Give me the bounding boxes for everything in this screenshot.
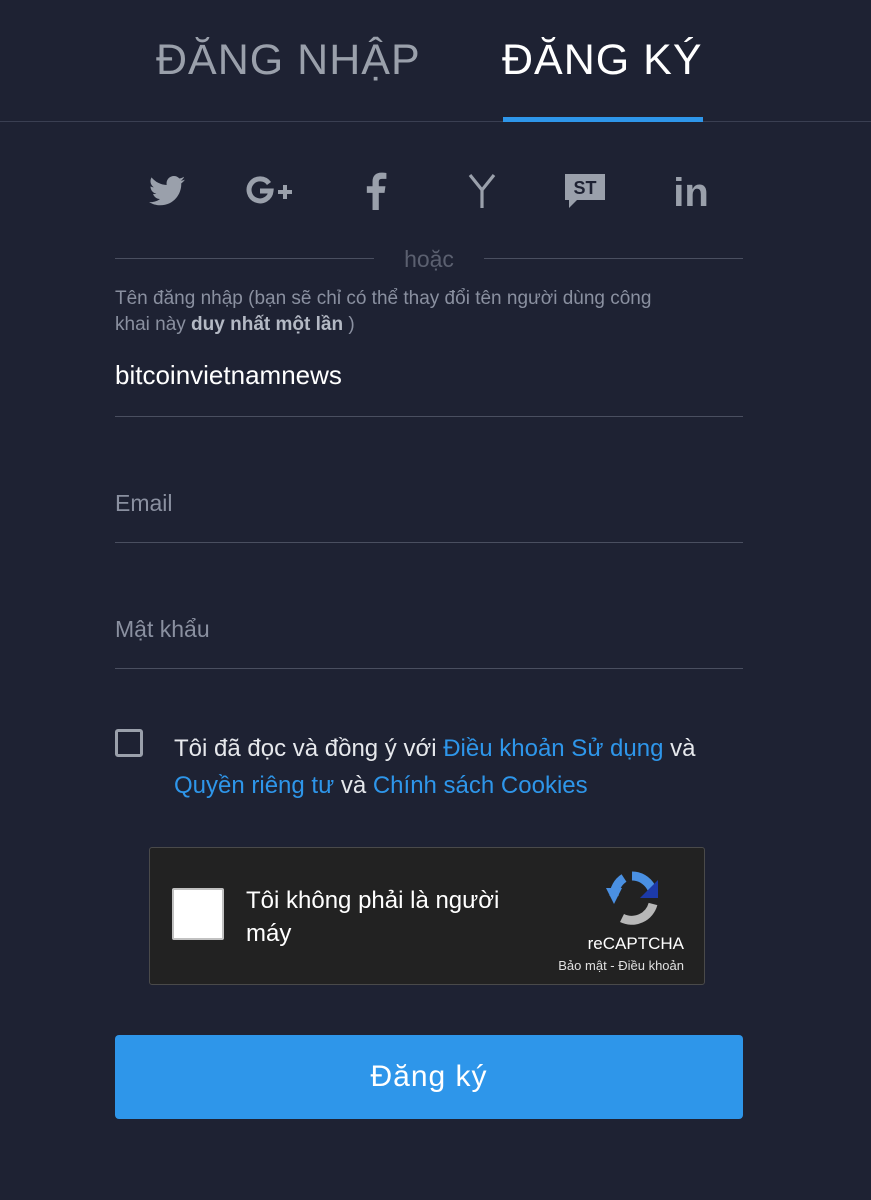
recaptcha-brand: reCAPTCHA	[587, 934, 684, 953]
cookies-policy-link[interactable]: Chính sách Cookies	[373, 772, 588, 799]
stocktwits-icon-svg: ST	[565, 174, 605, 208]
terms-and-1: và	[663, 735, 696, 762]
tab-login[interactable]: ĐĂNG NHẬP	[156, 36, 421, 85]
twitter-icon-svg	[149, 176, 185, 206]
active-tab-indicator	[503, 117, 703, 122]
email-field[interactable]: Email	[115, 472, 743, 543]
twitter-icon[interactable]	[141, 165, 193, 217]
recaptcha-widget: Tôi không phải là người máy reCAPTCHA Bả…	[149, 847, 705, 985]
username-field[interactable]: bitcoinvietnamnews	[115, 346, 743, 417]
google-plus-icon-svg	[246, 176, 292, 204]
recaptcha-label: Tôi không phải là người máy	[246, 887, 500, 947]
username-value: bitcoinvietnamnews	[115, 360, 342, 390]
username-hint-end: )	[343, 314, 355, 335]
username-hint-bold: duy nhất một lần	[191, 314, 344, 335]
linkedin-icon-svg: in	[673, 171, 709, 211]
yahoo-icon[interactable]	[456, 165, 508, 217]
social-login-bar: ST in	[0, 165, 871, 225]
tab-signup[interactable]: ĐĂNG KÝ	[502, 36, 703, 85]
stocktwits-icon[interactable]: ST	[559, 165, 611, 217]
username-hint: Tên đăng nhập (bạn sẽ chỉ có thể thay đổ…	[115, 286, 675, 338]
terms-of-use-link[interactable]: Điều khoản Sử dụng	[443, 735, 663, 762]
password-placeholder: Mật khẩu	[115, 616, 210, 642]
recaptcha-logo-icon	[606, 871, 658, 925]
google-plus-icon[interactable]	[244, 165, 296, 217]
email-placeholder: Email	[115, 490, 173, 516]
recaptcha-links[interactable]: Bảo mật - Điều khoản	[490, 958, 684, 973]
linkedin-icon[interactable]: in	[665, 165, 717, 217]
privacy-link[interactable]: Quyền riêng tư	[174, 772, 334, 799]
yahoo-icon-svg	[468, 174, 496, 208]
divider-left	[115, 258, 374, 259]
facebook-icon-svg	[366, 172, 387, 210]
password-field[interactable]: Mật khẩu	[115, 598, 743, 669]
linkedin-glyph: in	[673, 171, 709, 211]
facebook-icon[interactable]	[349, 165, 401, 217]
signup-button[interactable]: Đăng ký	[115, 1035, 743, 1119]
terms-prefix: Tôi đã đọc và đồng ý với	[174, 735, 444, 762]
terms-text: Tôi đã đọc và đồng ý với Điều khoản Sử d…	[174, 730, 754, 804]
divider-or-text: hoặc	[404, 246, 454, 272]
terms-checkbox[interactable]	[115, 729, 143, 757]
recaptcha-checkbox[interactable]	[172, 888, 224, 940]
stocktwits-glyph: ST	[573, 178, 596, 198]
auth-tabs: ĐĂNG NHẬP ĐĂNG KÝ	[0, 0, 871, 122]
divider-right	[484, 258, 743, 259]
terms-and-2: và	[334, 772, 373, 799]
